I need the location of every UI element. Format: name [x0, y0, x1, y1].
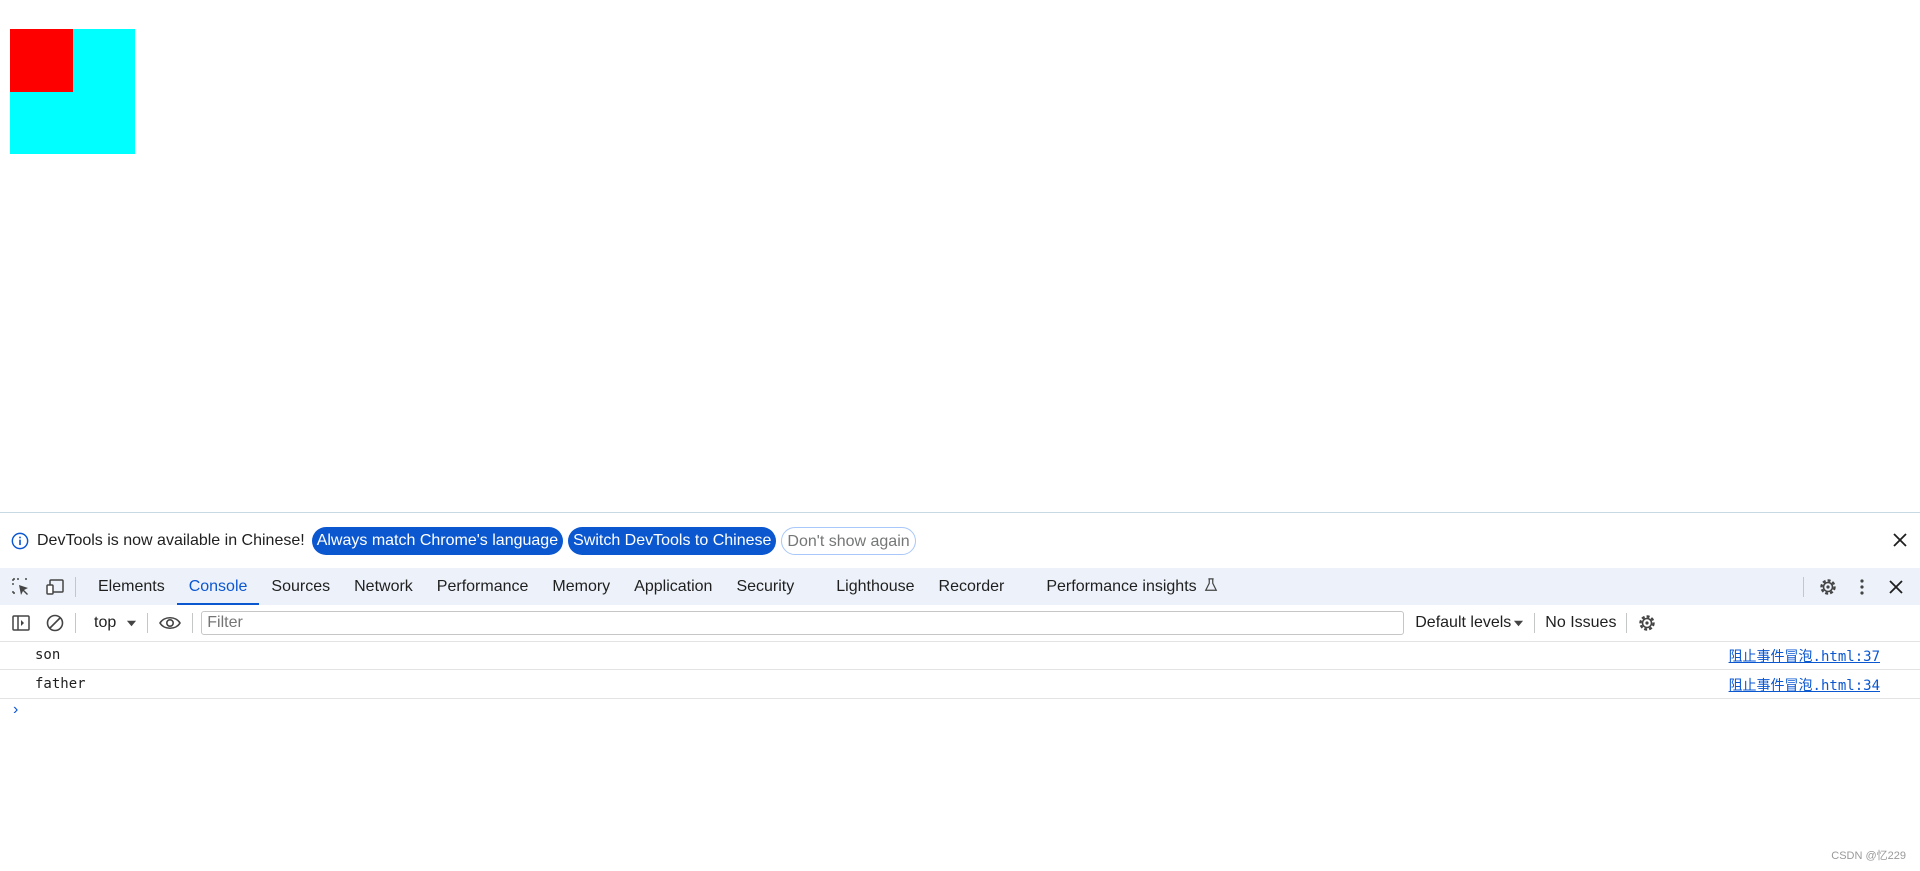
toolbar-divider-3 — [192, 613, 194, 633]
tab-security[interactable]: Security — [724, 568, 806, 605]
tab-memory[interactable]: Memory — [540, 568, 622, 605]
console-toolbar: top Default levels No Issues — [0, 605, 1920, 642]
tab-lighthouse[interactable]: Lighthouse — [824, 568, 926, 605]
close-devtools-icon[interactable] — [1886, 577, 1906, 597]
tab-console[interactable]: Console — [176, 568, 260, 605]
watermark: CSDN @忆229 — [1831, 850, 1906, 862]
son-box[interactable] — [10, 29, 73, 92]
device-toolbar-icon[interactable] — [45, 577, 65, 597]
log-levels-label: Default levels — [1415, 614, 1512, 631]
console-row: father 阻止事件冒泡.html:34 — [0, 670, 1920, 699]
live-expression-eye-icon[interactable] — [158, 613, 182, 633]
close-infobar-icon[interactable] — [1890, 530, 1910, 550]
flask-icon — [1204, 578, 1218, 591]
tabbar-divider — [75, 576, 76, 597]
infobar-message: DevTools is now available in Chinese! — [37, 531, 305, 549]
match-language-button[interactable]: Always match Chrome's language — [311, 526, 564, 555]
levels-arrow-icon — [1514, 620, 1524, 626]
page-viewport — [0, 0, 1920, 512]
console-message: son — [35, 647, 61, 663]
log-levels-dropdown[interactable]: Default levels — [1415, 614, 1524, 632]
more-options-icon[interactable] — [1852, 577, 1872, 597]
tabbar-right-divider — [1803, 576, 1804, 597]
context-selector[interactable]: top — [94, 614, 137, 632]
console-source-link[interactable]: 阻止事件冒泡.html:34 — [1729, 675, 1880, 695]
tabbar-actions — [1793, 568, 1920, 605]
console-message: father — [35, 676, 86, 692]
switch-to-chinese-button[interactable]: Switch DevTools to Chinese — [568, 526, 777, 555]
devtools-tabbar: Elements Console Sources Network Perform… — [0, 568, 1920, 605]
toolbar-divider — [75, 613, 76, 633]
context-label: top — [94, 614, 117, 631]
toolbar-divider-4 — [1534, 613, 1536, 633]
tab-elements[interactable]: Elements — [86, 568, 177, 605]
devtools-panel: DevTools is now available in Chinese! Al… — [0, 512, 1920, 871]
settings-gear-icon[interactable] — [1818, 577, 1838, 597]
info-icon — [11, 532, 29, 549]
tab-network[interactable]: Network — [342, 568, 425, 605]
console-source-link[interactable]: 阻止事件冒泡.html:37 — [1729, 646, 1880, 666]
console-row: son 阻止事件冒泡.html:37 — [0, 641, 1920, 670]
console-output: son 阻止事件冒泡.html:37 father 阻止事件冒泡.html:34… — [0, 641, 1920, 718]
issues-counter[interactable]: No Issues — [1545, 614, 1616, 632]
dropdown-arrow-icon — [127, 620, 137, 626]
toolbar-divider-2 — [147, 613, 149, 633]
show-sidebar-icon[interactable] — [11, 613, 31, 633]
tab-sources[interactable]: Sources — [259, 568, 342, 605]
console-prompt[interactable]: › — [13, 701, 18, 719]
tab-performance-insights[interactable]: Performance insights — [1034, 568, 1230, 605]
tab-application[interactable]: Application — [622, 568, 724, 605]
clear-console-icon[interactable] — [45, 613, 65, 633]
console-settings-gear-icon[interactable] — [1637, 613, 1657, 633]
dont-show-again-button[interactable]: Don't show again — [781, 526, 916, 555]
tab-performance-insights-label: Performance insights — [1046, 578, 1197, 595]
toolbar-divider-5 — [1626, 613, 1628, 633]
filter-input[interactable] — [201, 611, 1405, 635]
inspect-element-icon[interactable] — [11, 577, 31, 597]
tab-recorder[interactable]: Recorder — [927, 568, 1017, 605]
tab-performance[interactable]: Performance — [425, 568, 541, 605]
language-infobar: DevTools is now available in Chinese! Al… — [0, 513, 1920, 568]
